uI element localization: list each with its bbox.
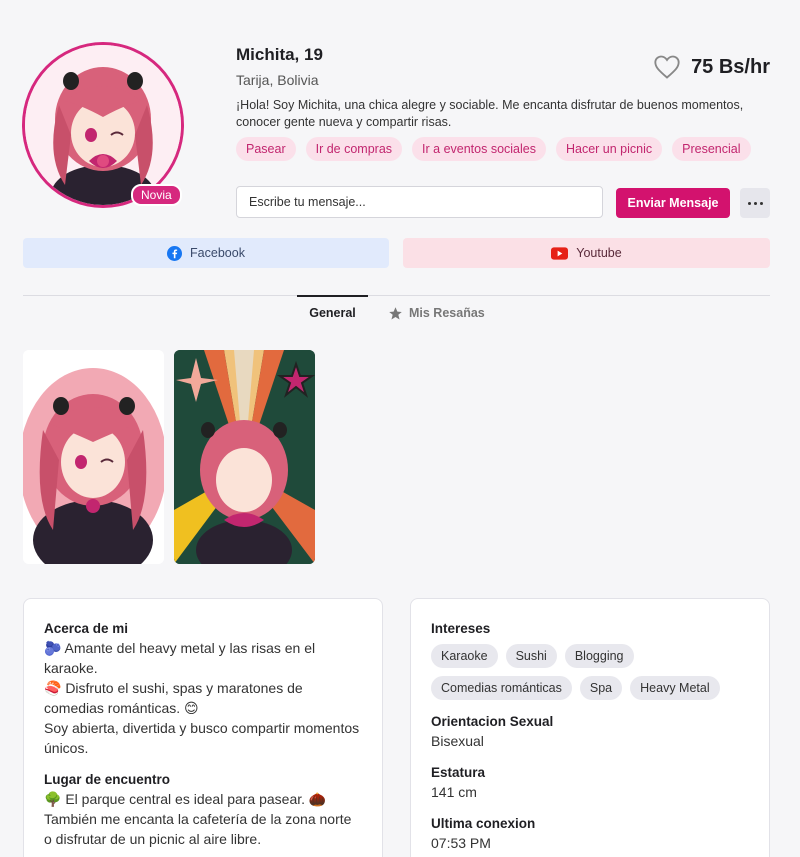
about-title: Acerca de mi [44, 621, 129, 636]
tab-reviews[interactable]: Mis Resañas [388, 296, 485, 330]
tab-general-label: General [309, 306, 356, 320]
price-per-hour: 75 Bs/hr [691, 55, 770, 78]
height-value: 141 cm [431, 784, 477, 800]
dot [759, 201, 763, 205]
interest-chip: Karaoke [431, 644, 498, 668]
details-card: Intereses Karaoke Sushi Blogging Comedia… [410, 598, 770, 857]
about-line: Soy abierta, divertida y busco compartir… [44, 720, 360, 756]
meeting-text: 🌳 El parque central es ideal para pasear… [44, 791, 352, 847]
facebook-icon [167, 245, 183, 261]
gallery-photo[interactable] [174, 350, 315, 564]
tab-reviews-label: Mis Resañas [409, 306, 485, 320]
about-card: Acerca de mi 🫐 Amante del heavy metal y … [23, 598, 383, 857]
height-title: Estatura [431, 765, 486, 780]
interest-chip: Blogging [564, 644, 634, 668]
gallery-photo[interactable] [23, 350, 164, 564]
tag-item[interactable]: Presencial [672, 137, 751, 161]
last-seen-title: Ultima conexion [431, 816, 536, 831]
interests-chips: Karaoke Sushi Blogging Comedias romántic… [431, 644, 731, 700]
orientation-title: Orientacion Sexual [431, 714, 554, 729]
youtube-button[interactable]: Youtube [403, 238, 770, 268]
meeting-title: Lugar de encuentro [44, 772, 171, 787]
facebook-button[interactable]: Facebook [23, 238, 389, 268]
message-input[interactable] [236, 186, 603, 218]
profile-name: Michita, 19 [236, 45, 323, 64]
about-line: 🍣 Disfruto el sushi, spas y maratones de… [44, 680, 303, 716]
activity-tags: Pasear Ir de compras Ir a eventos social… [236, 137, 751, 161]
orientation-value: Bisexual [431, 733, 484, 749]
tag-item[interactable]: Ir de compras [305, 137, 403, 161]
more-options-button[interactable] [740, 188, 770, 218]
interest-chip: Comedias románticas [431, 676, 572, 700]
interest-chip: Spa [579, 676, 623, 700]
last-seen-value: 07:53 PM [431, 835, 491, 851]
tag-item[interactable]: Pasear [236, 137, 296, 161]
height-section: Estatura 141 cm [431, 765, 749, 802]
relationship-badge: Novia [131, 184, 182, 206]
interest-chip: Heavy Metal [630, 676, 720, 700]
tag-item[interactable]: Hacer un picnic [555, 137, 663, 161]
dot [753, 201, 757, 205]
profile-location: Tarija, Bolivia [236, 72, 319, 88]
price-section: 75 Bs/hr [653, 54, 770, 80]
dot [747, 201, 751, 205]
youtube-icon [551, 246, 569, 260]
send-message-button[interactable]: Enviar Mensaje [616, 188, 730, 218]
tab-general[interactable]: General [297, 295, 368, 329]
interests-title: Intereses [431, 621, 491, 636]
interests-section: Intereses Karaoke Sushi Blogging Comedia… [431, 621, 749, 700]
star-icon [389, 306, 402, 319]
about-line: 🫐 Amante del heavy metal y las risas en … [44, 640, 316, 676]
interest-chip: Sushi [505, 644, 557, 668]
orientation-section: Orientacion Sexual Bisexual [431, 714, 749, 751]
meeting-section: Lugar de encuentro 🌳 El parque central e… [44, 772, 362, 849]
facebook-label: Facebook [190, 246, 245, 260]
about-section: Acerca de mi 🫐 Amante del heavy metal y … [44, 621, 362, 758]
heart-icon[interactable] [653, 54, 681, 80]
profile-bio: ¡Hola! Soy Michita, una chica alegre y s… [236, 98, 744, 129]
youtube-label: Youtube [576, 246, 622, 260]
last-seen-section: Ultima conexion 07:53 PM [431, 816, 749, 853]
tag-item[interactable]: Ir a eventos sociales [412, 137, 546, 161]
